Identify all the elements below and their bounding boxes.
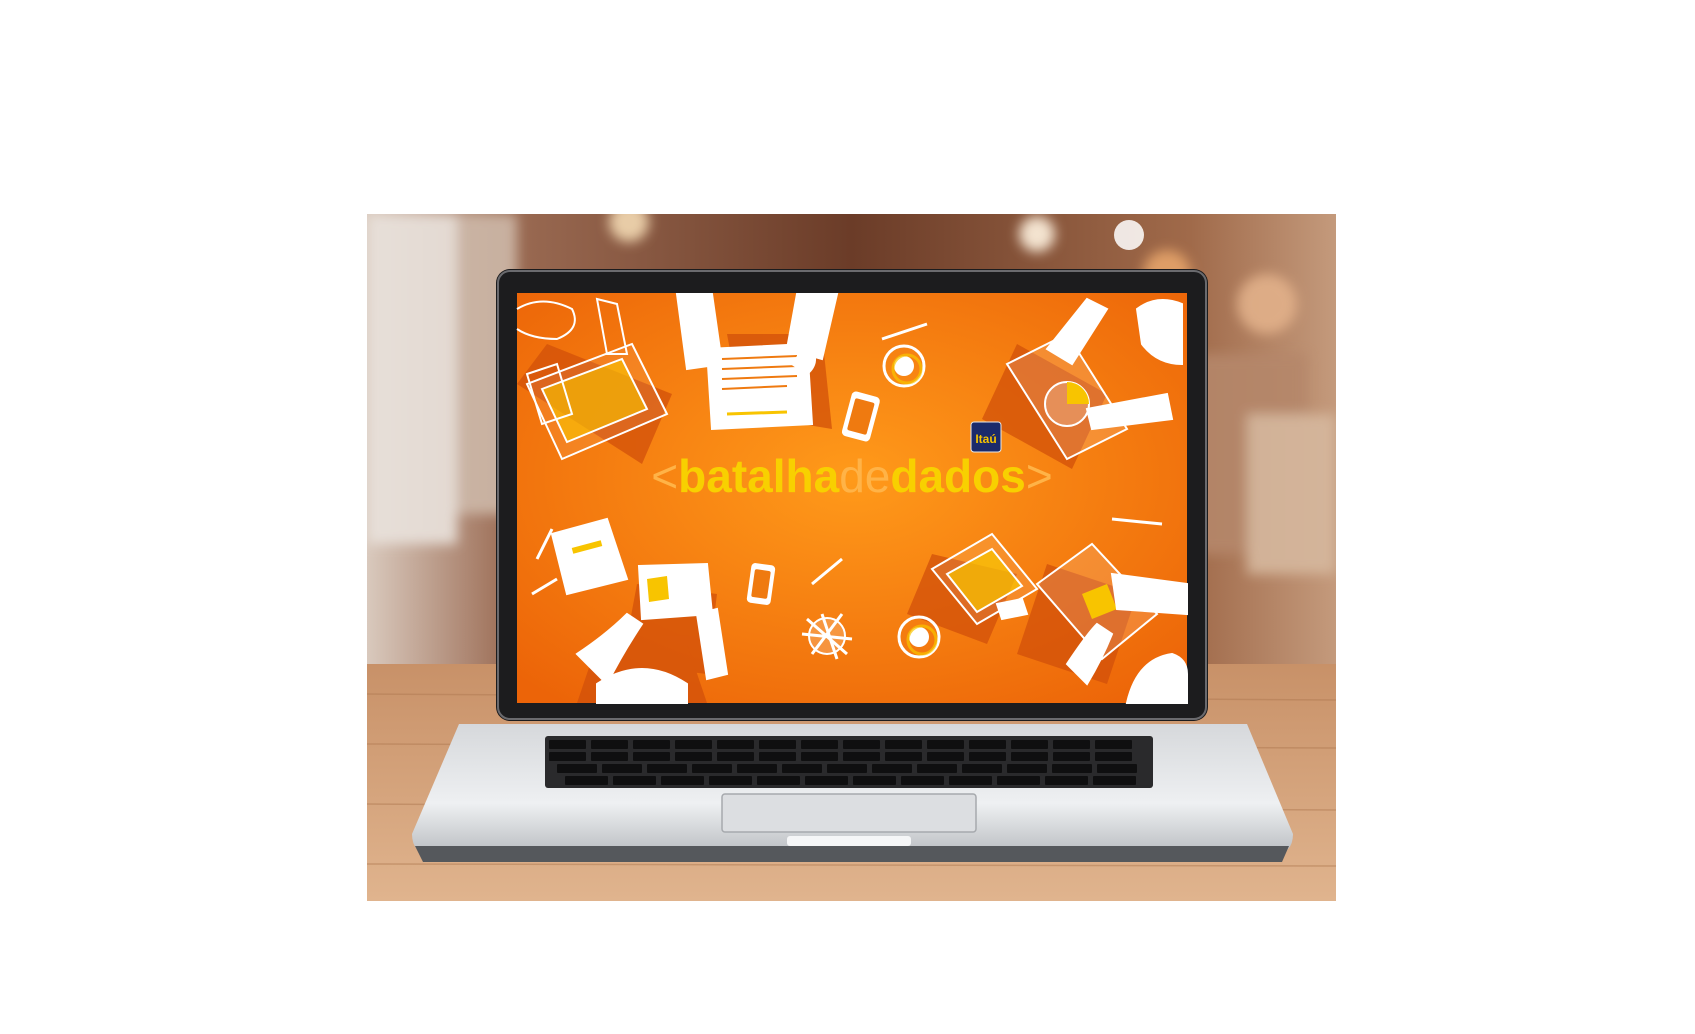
headline-bracket-close: > bbox=[1026, 450, 1053, 502]
keyboard-key bbox=[801, 740, 838, 749]
keyboard-key bbox=[997, 776, 1040, 785]
keyboard-key bbox=[1007, 764, 1047, 773]
keyboard-key bbox=[927, 752, 964, 761]
keyboard-key bbox=[759, 740, 796, 749]
keyboard-key bbox=[801, 752, 838, 761]
keyboard-key bbox=[1095, 752, 1132, 761]
keyboard-key bbox=[872, 764, 912, 773]
keyboard-key bbox=[602, 764, 642, 773]
headline-bracket-open: < bbox=[651, 450, 678, 502]
keyboard-key bbox=[647, 764, 687, 773]
keyboard-key bbox=[843, 752, 880, 761]
laptop-photo: Itaú <batalhadedados> bbox=[367, 214, 1336, 901]
keyboard-key bbox=[549, 740, 586, 749]
keyboard-key bbox=[969, 740, 1006, 749]
keyboard-key bbox=[917, 764, 957, 773]
keyboard-key bbox=[827, 764, 867, 773]
keyboard-key bbox=[901, 776, 944, 785]
keyboard-key bbox=[565, 776, 608, 785]
keyboard-key bbox=[805, 776, 848, 785]
keyboard-key bbox=[1097, 764, 1137, 773]
keyboard-key bbox=[675, 752, 712, 761]
keyboard-key bbox=[737, 764, 777, 773]
keyboard-key bbox=[633, 740, 670, 749]
keyboard-key bbox=[613, 776, 656, 785]
keyboard-key bbox=[675, 740, 712, 749]
keyboard-key bbox=[962, 764, 1002, 773]
keyboard-key bbox=[717, 752, 754, 761]
keyboard-key bbox=[927, 740, 964, 749]
keyboard-key bbox=[1011, 740, 1048, 749]
headline-dados: dados bbox=[890, 450, 1025, 502]
keyboard-key bbox=[969, 752, 1006, 761]
keyboard-key bbox=[591, 752, 628, 761]
keyboard-key bbox=[661, 776, 704, 785]
keyboard-key bbox=[557, 764, 597, 773]
headline: <batalhadedados> bbox=[651, 450, 1052, 502]
keyboard-key bbox=[1052, 764, 1092, 773]
headline-batalha: batalha bbox=[678, 450, 839, 502]
keyboard-key bbox=[782, 764, 822, 773]
headline-de: de bbox=[839, 450, 890, 502]
laptop-screen: Itaú <batalhadedados> bbox=[516, 293, 1188, 704]
keyboard-key bbox=[1011, 752, 1048, 761]
keyboard-key bbox=[1095, 740, 1132, 749]
keyboard-key bbox=[885, 752, 922, 761]
keyboard-key bbox=[717, 740, 754, 749]
keyboard-key bbox=[949, 776, 992, 785]
keyboard-key bbox=[853, 776, 896, 785]
keyboard-key bbox=[1045, 776, 1088, 785]
keyboard-key bbox=[549, 752, 586, 761]
itau-logo-text: Itaú bbox=[975, 432, 996, 446]
keyboard-key bbox=[885, 740, 922, 749]
keyboard-key bbox=[1053, 740, 1090, 749]
keyboard-key bbox=[1053, 752, 1090, 761]
keyboard-key bbox=[633, 752, 670, 761]
trackpad bbox=[721, 793, 977, 833]
keyboard-key bbox=[843, 740, 880, 749]
keyboard-key bbox=[692, 764, 732, 773]
keyboard-key bbox=[709, 776, 752, 785]
keyboard-key bbox=[757, 776, 800, 785]
light-bokeh-icon bbox=[1114, 220, 1144, 250]
keyboard-key bbox=[759, 752, 796, 761]
keyboard-key bbox=[591, 740, 628, 749]
keyboard-key bbox=[1093, 776, 1136, 785]
